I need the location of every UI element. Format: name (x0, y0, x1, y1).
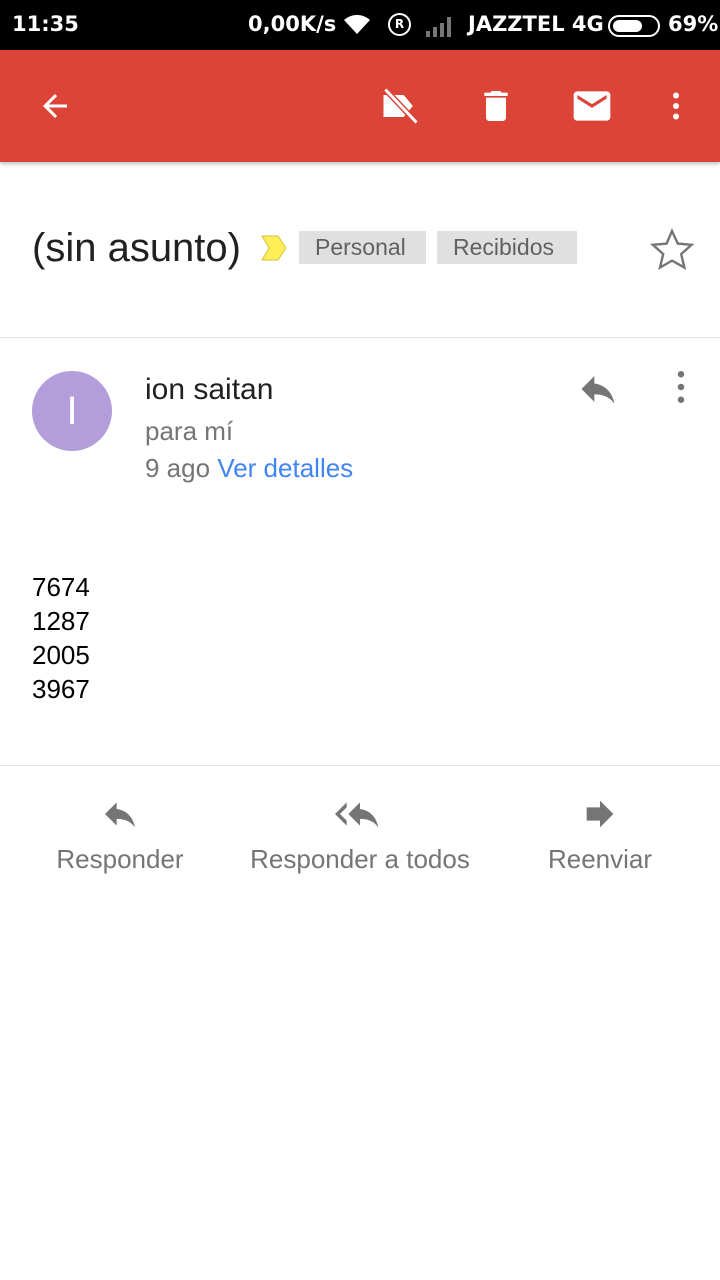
message-header: I ion saitan para mí 9 ago Ver detalles (0, 339, 720, 499)
status-bar: 11:35 0,00K/s R JAZZTEL 4G 69% (0, 0, 720, 50)
status-battery-percent: 69% (668, 12, 719, 36)
reply-icon (581, 376, 615, 404)
reply-icon (100, 790, 140, 838)
delete-button[interactable] (468, 78, 524, 134)
battery-fill (613, 20, 642, 32)
status-network-speed: 0,00K/s (248, 12, 337, 36)
divider (0, 765, 720, 766)
status-time: 11:35 (12, 12, 79, 36)
remove-label-button[interactable] (372, 78, 428, 134)
label-off-icon (383, 87, 419, 125)
app-bar (0, 50, 720, 162)
recipient-line: para mí (145, 416, 234, 446)
arrow-back-icon (43, 94, 67, 118)
reply-action-button[interactable]: Responder (40, 790, 200, 890)
signal-icon (424, 13, 456, 42)
reply-label: Responder (56, 844, 184, 874)
reply-all-label: Responder a todos (250, 844, 470, 874)
more-vert-icon (673, 92, 679, 120)
wifi-icon (342, 12, 372, 41)
importance-marker-icon[interactable] (260, 234, 288, 267)
body-line: 1287 (32, 606, 90, 636)
body-line: 2005 (32, 640, 90, 670)
sender-name: ion saitan (145, 373, 274, 406)
forward-action-button[interactable]: Reenviar (530, 790, 670, 890)
battery-icon (608, 15, 660, 37)
more-vert-icon (677, 370, 685, 404)
forward-label: Reenviar (547, 844, 653, 874)
message-date: 9 ago (145, 453, 211, 483)
message-more-button[interactable] (664, 367, 698, 411)
avatar[interactable]: I (32, 371, 112, 451)
label-chip-inbox[interactable]: Recibidos (437, 231, 577, 264)
view-details-link[interactable]: Ver detalles (217, 453, 353, 483)
reply-all-icon (334, 790, 386, 838)
reply-button[interactable] (576, 367, 624, 411)
star-outline-icon (649, 228, 695, 271)
status-carrier: JAZZTEL 4G (468, 12, 604, 36)
reply-all-action-button[interactable]: Responder a todos (230, 790, 490, 890)
mail-icon (573, 91, 611, 121)
body-line: 7674 (32, 572, 90, 602)
body-line: 3967 (32, 674, 90, 704)
star-button[interactable] (648, 226, 696, 274)
label-chip-personal[interactable]: Personal (299, 231, 426, 264)
subject-row: (sin asunto) Personal Recibidos (0, 162, 720, 338)
message-body: 7674 1287 2005 3967 (32, 570, 688, 706)
back-button[interactable] (27, 78, 83, 134)
mark-unread-button[interactable] (564, 78, 620, 134)
more-options-button[interactable] (648, 78, 704, 134)
roaming-icon: R (388, 13, 411, 36)
delete-icon (484, 91, 508, 121)
date-row: 9 ago Ver detalles (145, 453, 353, 484)
forward-icon (580, 790, 620, 838)
email-subject: (sin asunto) (32, 226, 241, 270)
